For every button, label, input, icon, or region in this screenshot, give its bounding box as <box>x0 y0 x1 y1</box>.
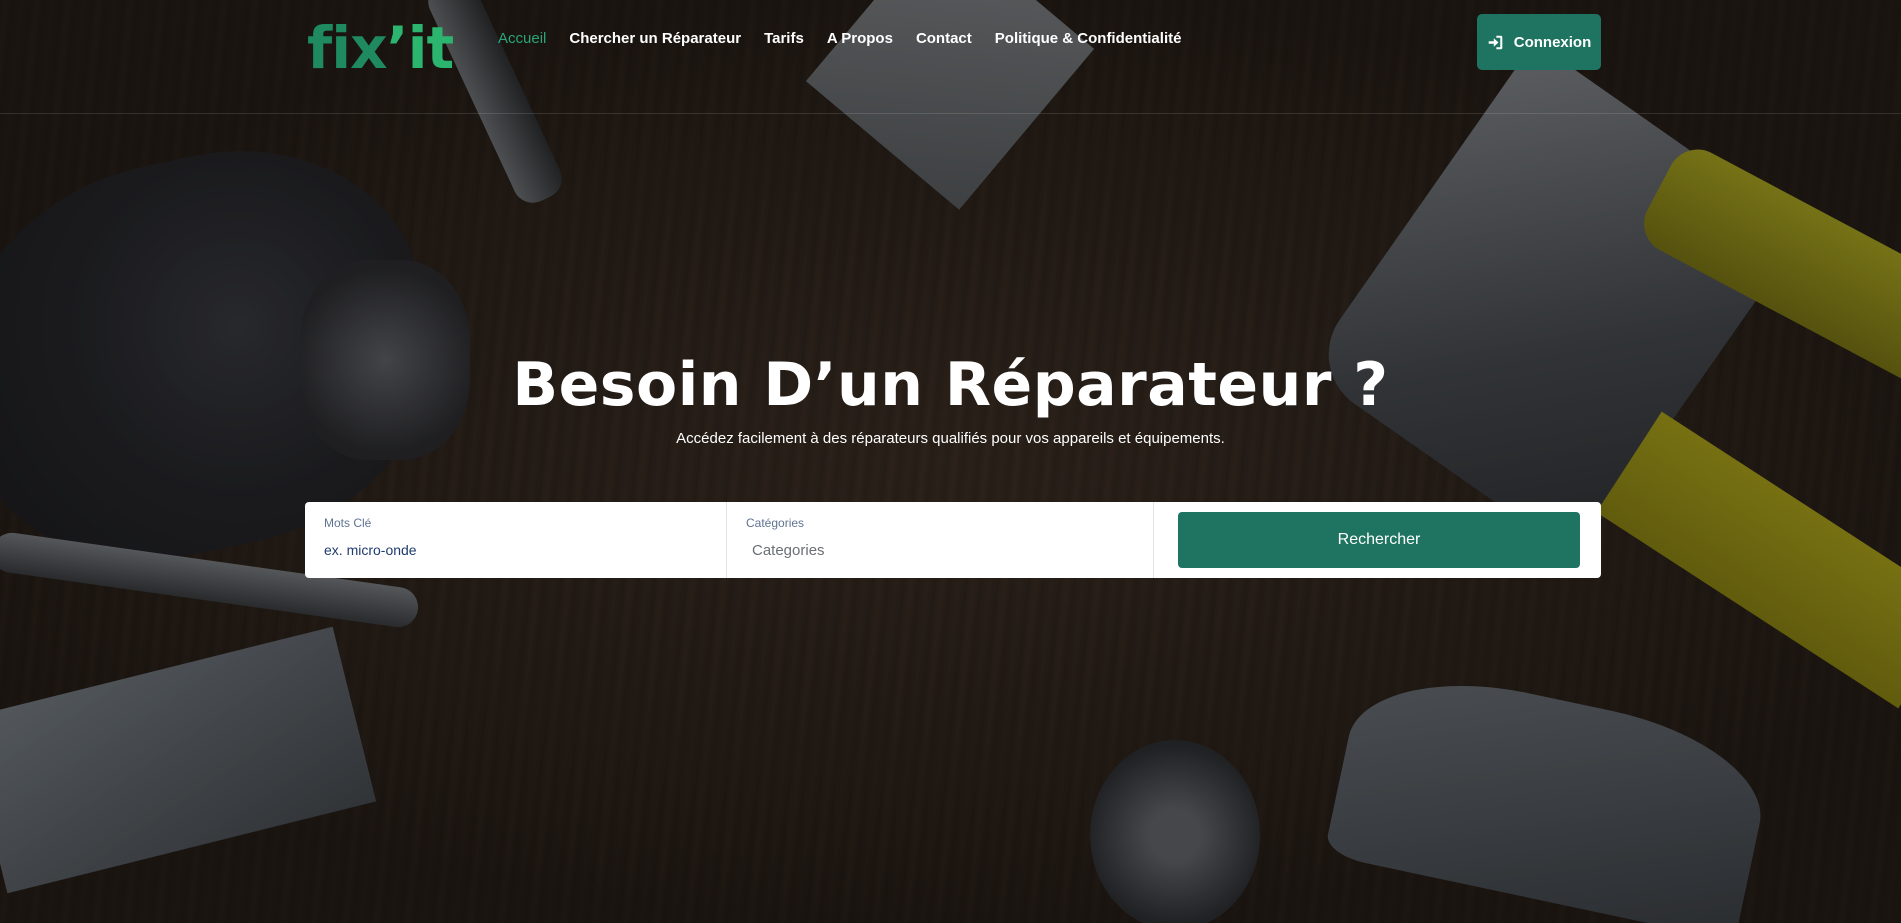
search-form: Mots Clé Catégories Categories Recherche… <box>305 502 1601 578</box>
nav-item-chercher-reparateur[interactable]: Chercher un Réparateur <box>569 28 741 49</box>
page-title: Besoin D’un Réparateur ? <box>512 350 1389 420</box>
nav-item-politique-confidentialite[interactable]: Politique & Confidentialité <box>995 28 1182 49</box>
sign-in-icon <box>1488 35 1503 49</box>
keywords-input[interactable] <box>324 538 704 562</box>
logo[interactable]: fix’it <box>307 12 455 84</box>
keywords-field: Mots Clé <box>305 502 727 578</box>
nav-item-tarifs[interactable]: Tarifs <box>764 28 804 49</box>
page-subtitle: Accédez facilement à des réparateurs qua… <box>676 430 1225 447</box>
category-label: Catégories <box>746 516 805 530</box>
keywords-label: Mots Clé <box>324 516 372 530</box>
category-select[interactable]: Categories <box>752 542 825 559</box>
login-label: Connexion <box>1513 33 1592 51</box>
navbar: fix’it Accueil Chercher un Réparateur Ta… <box>0 0 1901 114</box>
logo-text-part2: ’it <box>386 14 455 82</box>
category-field[interactable]: Catégories Categories <box>727 502 1154 578</box>
main-nav: Accueil Chercher un Réparateur Tarifs A … <box>498 28 1204 49</box>
nav-item-accueil[interactable]: Accueil <box>498 28 546 49</box>
login-button[interactable]: Connexion <box>1477 14 1601 70</box>
logo-text-part1: fix <box>307 14 388 82</box>
hero-overlay <box>0 0 1901 923</box>
hero-background <box>0 0 1901 923</box>
nav-item-contact[interactable]: Contact <box>916 28 972 49</box>
nav-item-a-propos[interactable]: A Propos <box>827 28 893 49</box>
search-button[interactable]: Rechercher <box>1178 512 1580 568</box>
